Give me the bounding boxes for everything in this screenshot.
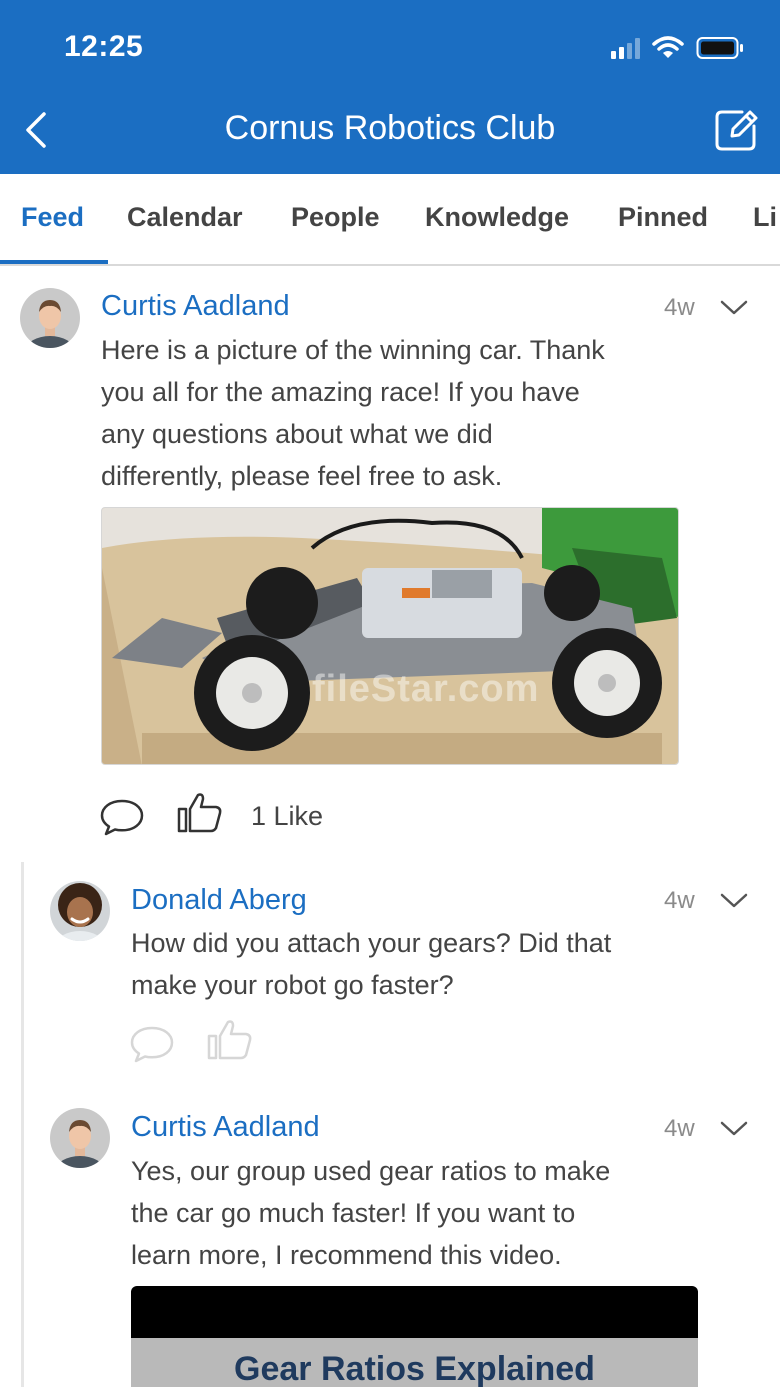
like-icon[interactable] bbox=[176, 791, 224, 835]
post-age: 4w bbox=[664, 294, 695, 321]
like-icon[interactable] bbox=[206, 1018, 254, 1062]
reply-body-line: the car go much faster! If you want to bbox=[131, 1198, 576, 1228]
thread-line bbox=[21, 862, 24, 1387]
app-header: 12:25 Cornus Robotics Club bbox=[0, 0, 780, 174]
reply-age: 4w bbox=[664, 1115, 695, 1142]
image-watermark: fileStar.com bbox=[312, 668, 540, 710]
chevron-down-icon[interactable] bbox=[719, 891, 749, 911]
post-body: Here is a picture of the winning car. Th… bbox=[101, 329, 605, 497]
avatar[interactable] bbox=[20, 288, 80, 348]
status-icons bbox=[611, 36, 744, 60]
tab-bar: Feed Calendar People Knowledge Pinned Li bbox=[0, 174, 780, 266]
chevron-down-icon[interactable] bbox=[719, 298, 749, 318]
reply-author[interactable]: Donald Aberg bbox=[131, 884, 307, 917]
chevron-down-icon[interactable] bbox=[719, 1119, 749, 1139]
post-author[interactable]: Curtis Aadland bbox=[101, 290, 290, 323]
wifi-icon bbox=[652, 36, 684, 58]
status-time: 12:25 bbox=[64, 30, 144, 63]
reply-age: 4w bbox=[664, 887, 695, 914]
reply-body: Yes, our group used gear ratios to make … bbox=[131, 1150, 610, 1276]
battery-icon bbox=[696, 37, 743, 59]
video-thumbnail[interactable]: Gear Ratios Explained bbox=[131, 1286, 698, 1387]
page-title: Cornus Robotics Club bbox=[224, 109, 556, 147]
cellular-signal-icon bbox=[611, 37, 640, 59]
reply-body-line: Yes, our group used gear ratios to make bbox=[131, 1156, 611, 1186]
post-body-line: any questions about what we did bbox=[101, 419, 493, 449]
comment-icon[interactable] bbox=[99, 797, 145, 837]
post-body-line: Here is a picture of the winning car. Th… bbox=[101, 335, 605, 365]
post-body-line: you all for the amazing race! If you hav… bbox=[101, 377, 580, 407]
compose-icon[interactable] bbox=[712, 106, 760, 154]
avatar[interactable] bbox=[50, 1108, 110, 1168]
tab-people[interactable]: People bbox=[291, 202, 380, 233]
comment-icon[interactable] bbox=[129, 1024, 175, 1064]
tab-calendar[interactable]: Calendar bbox=[127, 202, 243, 233]
active-tab-indicator bbox=[0, 260, 108, 264]
reply-body-line: learn more, I recommend this video. bbox=[131, 1240, 562, 1270]
reply-author[interactable]: Curtis Aadland bbox=[131, 1111, 320, 1144]
post-image[interactable]: fileStar.com bbox=[101, 507, 679, 765]
tab-knowledge[interactable]: Knowledge bbox=[425, 202, 569, 233]
tab-pinned[interactable]: Pinned bbox=[618, 202, 708, 233]
tab-feed[interactable]: Feed bbox=[21, 202, 84, 233]
reply-body-line: How did you attach your gears? Did that bbox=[131, 928, 612, 958]
reply-body-line: make your robot go faster? bbox=[131, 970, 454, 1000]
like-count[interactable]: 1 Like bbox=[251, 801, 323, 832]
video-title: Gear Ratios Explained bbox=[234, 1350, 595, 1387]
avatar[interactable] bbox=[50, 881, 110, 941]
post-body-line: differently, please feel free to ask. bbox=[101, 461, 503, 491]
reply-body: How did you attach your gears? Did that … bbox=[131, 922, 611, 1006]
tab-links[interactable]: Li bbox=[753, 202, 777, 233]
